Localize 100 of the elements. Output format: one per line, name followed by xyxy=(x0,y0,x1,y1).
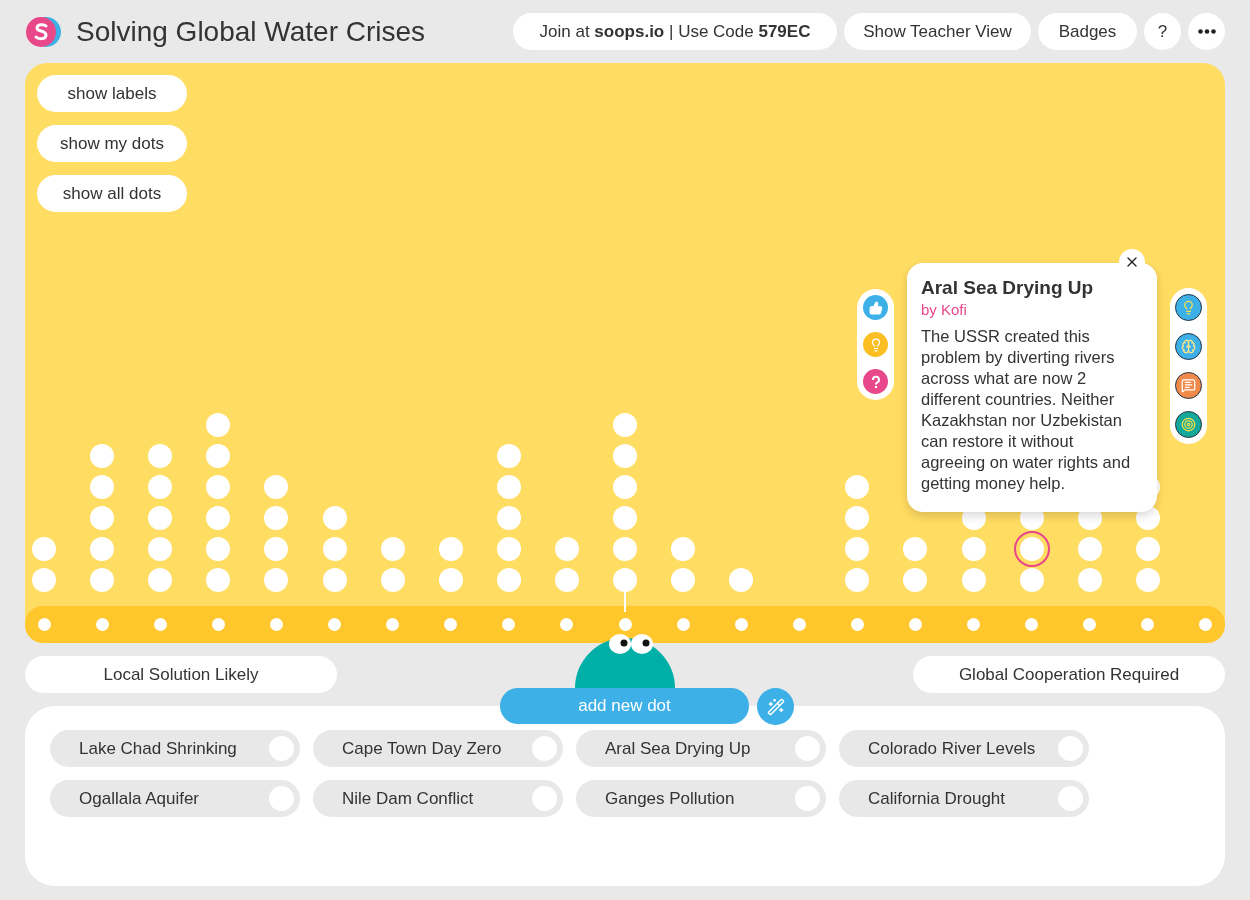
dot[interactable] xyxy=(32,568,57,592)
dot[interactable] xyxy=(90,568,115,592)
scale-dot[interactable] xyxy=(1083,618,1097,631)
dot[interactable] xyxy=(322,568,347,592)
dot[interactable] xyxy=(90,537,115,561)
dot[interactable] xyxy=(845,568,870,592)
dot[interactable] xyxy=(1135,537,1160,561)
join-code-button[interactable]: Join at soops.io | Use Code 579EC xyxy=(513,13,837,50)
dot[interactable] xyxy=(206,475,231,499)
dot[interactable] xyxy=(438,568,463,592)
scale-dot[interactable] xyxy=(153,618,167,631)
dot[interactable] xyxy=(554,537,579,561)
scale-dot[interactable] xyxy=(269,618,283,631)
lightbulb-icon[interactable] xyxy=(1175,294,1202,321)
view-toggle-button[interactable]: show my dots xyxy=(37,125,187,162)
thumbs-up-icon[interactable] xyxy=(863,295,888,320)
scale-dot[interactable] xyxy=(1141,618,1155,631)
scale-dot[interactable] xyxy=(734,618,748,631)
dot[interactable] xyxy=(148,475,173,499)
scale-dot[interactable] xyxy=(792,618,806,631)
dot[interactable] xyxy=(496,568,521,592)
dot[interactable] xyxy=(671,568,696,592)
dot[interactable] xyxy=(613,568,637,592)
dot[interactable] xyxy=(613,475,637,499)
scale-dot[interactable] xyxy=(444,618,458,631)
scale-dot[interactable] xyxy=(676,618,690,631)
dot[interactable] xyxy=(264,537,289,561)
selected-dot[interactable] xyxy=(1013,531,1050,567)
dot[interactable] xyxy=(961,537,986,561)
scale-dot[interactable] xyxy=(618,618,632,631)
scale-dot[interactable] xyxy=(386,618,400,631)
dot[interactable] xyxy=(496,537,521,561)
dot[interactable] xyxy=(496,444,521,468)
dot[interactable] xyxy=(845,537,870,561)
scale-dot[interactable] xyxy=(908,618,922,631)
help-button[interactable]: ? xyxy=(1144,13,1181,50)
dot[interactable] xyxy=(1077,537,1102,561)
dot[interactable] xyxy=(554,568,579,592)
dot[interactable] xyxy=(438,537,463,561)
dot[interactable] xyxy=(729,568,754,592)
dot[interactable] xyxy=(90,444,115,468)
dot[interactable] xyxy=(206,537,231,561)
dot[interactable] xyxy=(264,506,289,530)
scale-dot[interactable] xyxy=(95,618,109,631)
topic-chip[interactable]: Nile Dam Conflict xyxy=(313,780,563,817)
scale-dot[interactable] xyxy=(502,618,516,631)
scale-dot[interactable] xyxy=(37,618,51,631)
dot[interactable] xyxy=(148,506,173,530)
topic-chip[interactable]: Ganges Pollution xyxy=(576,780,826,817)
dot[interactable] xyxy=(613,444,637,468)
scale-dot[interactable] xyxy=(967,618,981,631)
dot[interactable] xyxy=(903,537,928,561)
chat-icon[interactable] xyxy=(1175,372,1202,399)
dot[interactable] xyxy=(613,537,637,561)
dot[interactable] xyxy=(1077,568,1102,592)
badges-button[interactable]: Badges xyxy=(1038,13,1137,50)
target-icon[interactable] xyxy=(1175,411,1202,438)
topic-chip[interactable]: Lake Chad Shrinking xyxy=(50,730,300,767)
dot[interactable] xyxy=(206,568,231,592)
dot[interactable] xyxy=(961,568,986,592)
dot[interactable] xyxy=(845,475,870,499)
dot[interactable] xyxy=(1135,568,1160,592)
dot[interactable] xyxy=(206,506,231,530)
topic-chip[interactable]: California Drought xyxy=(839,780,1089,817)
dot[interactable] xyxy=(380,537,405,561)
dot[interactable] xyxy=(496,475,521,499)
dot[interactable] xyxy=(496,506,521,530)
question-icon[interactable] xyxy=(863,369,888,394)
view-toggle-button[interactable]: show all dots xyxy=(37,175,187,212)
dot[interactable] xyxy=(90,506,115,530)
scale-dot[interactable] xyxy=(1199,618,1213,631)
teacher-view-button[interactable]: Show Teacher View xyxy=(844,13,1031,50)
dot[interactable] xyxy=(380,568,405,592)
topic-chip[interactable]: Colorado River Levels xyxy=(839,730,1089,767)
dot[interactable] xyxy=(845,506,870,530)
dot[interactable] xyxy=(90,475,115,499)
dot[interactable] xyxy=(148,444,173,468)
dot[interactable] xyxy=(32,537,57,561)
scale-dot[interactable] xyxy=(850,618,864,631)
dot[interactable] xyxy=(264,475,289,499)
scale-dot[interactable] xyxy=(1025,618,1039,631)
dot[interactable] xyxy=(264,568,289,592)
view-toggle-button[interactable]: show labels xyxy=(37,75,187,112)
head-icon[interactable] xyxy=(1175,333,1202,360)
dot[interactable] xyxy=(671,537,696,561)
topic-chip[interactable]: Ogallala Aquifer xyxy=(50,780,300,817)
scale-dot[interactable] xyxy=(211,618,225,631)
scale-dot[interactable] xyxy=(560,618,574,631)
dot[interactable] xyxy=(206,444,231,468)
dot[interactable] xyxy=(322,537,347,561)
dot[interactable] xyxy=(206,413,231,437)
dot[interactable] xyxy=(148,537,173,561)
topic-chip[interactable]: Cape Town Day Zero xyxy=(313,730,563,767)
topic-chip[interactable]: Aral Sea Drying Up xyxy=(576,730,826,767)
more-button[interactable] xyxy=(1188,13,1225,50)
dot[interactable] xyxy=(322,506,347,530)
scale-dot[interactable] xyxy=(328,618,342,631)
dot[interactable] xyxy=(613,413,637,437)
dot[interactable] xyxy=(903,568,928,592)
dot[interactable] xyxy=(1019,568,1044,592)
